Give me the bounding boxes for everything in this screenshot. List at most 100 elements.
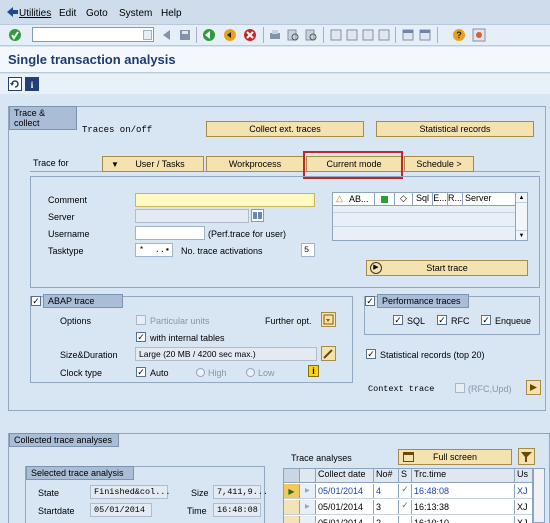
startdate-field[interactable]: 05/01/2014 — [90, 503, 152, 517]
particular-units-checkbox[interactable] — [136, 315, 146, 325]
find-icon[interactable] — [287, 29, 299, 43]
select-all-cell[interactable] — [284, 469, 300, 482]
grid-header-diamond[interactable]: ◇ — [395, 193, 413, 205]
user-cell[interactable]: XJ — [515, 516, 532, 523]
collect-ext-traces-button[interactable]: Collect ext. traces — [206, 121, 364, 137]
command-field[interactable] — [32, 27, 154, 42]
collect-date-cell[interactable]: 05/01/2014 — [316, 484, 374, 498]
status-cell[interactable] — [399, 516, 412, 523]
print-icon[interactable] — [269, 29, 281, 43]
size-field[interactable]: 7,411,9... — [213, 485, 268, 499]
grid-header-ab[interactable]: △ AB... — [333, 193, 375, 205]
user-cell[interactable]: XJ — [515, 500, 532, 514]
row-selector[interactable] — [284, 516, 300, 523]
statistical-records-checkbox[interactable]: ✓ — [366, 349, 376, 359]
scroll-up-icon[interactable]: ▲ — [516, 193, 527, 203]
row-selector[interactable]: ▶ — [284, 484, 300, 498]
size-duration-field[interactable]: Large (20 MB / 4200 sec max.) — [135, 347, 317, 361]
comment-field[interactable] — [135, 193, 315, 207]
command-dropdown-icon[interactable] — [143, 30, 152, 40]
next-page-icon[interactable] — [362, 29, 374, 43]
grid-scrollbar[interactable]: ▲ ▼ — [515, 193, 527, 240]
info-icon[interactable]: i — [25, 77, 39, 91]
table-scrollbar[interactable] — [533, 468, 545, 523]
table-row[interactable]: ▶ ▶ 05/01/2014 4 ✓ 16:48:08 XJ — [284, 484, 532, 499]
row-selector[interactable] — [284, 500, 300, 514]
back-icon[interactable] — [202, 28, 216, 44]
history-back-icon[interactable] — [162, 29, 174, 43]
server-field[interactable] — [135, 209, 249, 223]
abap-trace-checkbox[interactable]: ✓ — [31, 296, 41, 306]
size-duration-edit-icon[interactable] — [321, 346, 336, 361]
state-field[interactable]: Finished&col... — [90, 485, 171, 499]
internal-tables-checkbox[interactable]: ✓ — [136, 332, 146, 342]
tab-schedule[interactable]: Schedule > — [404, 156, 474, 172]
low-radio[interactable] — [246, 368, 255, 377]
grid-header-server[interactable]: Server — [463, 193, 515, 205]
grid-header-status[interactable] — [375, 193, 395, 205]
previous-page-icon[interactable] — [346, 29, 358, 43]
filter-icon[interactable] — [518, 448, 535, 465]
collect-date-cell[interactable]: 05/01/2014 — [316, 500, 374, 514]
start-trace-button[interactable]: ▶ Start trace — [366, 260, 528, 276]
auto-checkbox[interactable]: ✓ — [136, 367, 146, 377]
enqueue-checkbox[interactable]: ✓ — [481, 315, 491, 325]
menu-back-icon[interactable] — [5, 5, 19, 19]
menu-help[interactable]: Help — [161, 8, 182, 19]
tab-workprocess[interactable]: Workprocess — [206, 156, 304, 172]
table-header-s[interactable]: S — [399, 469, 412, 482]
shortcut-icon[interactable] — [419, 29, 431, 43]
context-trace-icon[interactable] — [526, 380, 541, 395]
status-cell[interactable]: ✓ — [399, 500, 412, 514]
find-next-icon[interactable] — [305, 29, 317, 43]
further-options-icon[interactable] — [321, 312, 336, 327]
tab-user-tasks[interactable]: ▼ User / Tasks — [102, 156, 204, 172]
save-icon[interactable] — [179, 29, 191, 43]
table-header-no[interactable]: No# — [374, 469, 399, 482]
customize-layout-icon[interactable] — [472, 28, 486, 44]
performance-traces-checkbox[interactable]: ✓ — [365, 296, 375, 306]
time-field[interactable]: 16:48:08 — [213, 503, 261, 517]
trc-time-cell[interactable]: 16:48:08 — [412, 484, 515, 498]
clock-info-icon[interactable]: i — [308, 365, 319, 377]
exit-icon[interactable] — [223, 28, 237, 44]
scroll-down-icon[interactable]: ▼ — [516, 230, 527, 240]
table-row[interactable]: ▶ 05/01/2014 3 ✓ 16:13:38 XJ — [284, 500, 532, 515]
grid-header-r[interactable]: R... — [448, 193, 463, 205]
server-help-icon[interactable] — [251, 209, 264, 222]
table-header-trc-time[interactable]: Trc.time — [412, 469, 515, 482]
first-page-icon[interactable] — [330, 29, 342, 43]
grid-header-sql[interactable]: Sql — [413, 193, 433, 205]
help-icon[interactable]: ? — [452, 28, 466, 44]
no-cell[interactable]: 3 — [374, 500, 399, 514]
context-trace-checkbox[interactable] — [455, 383, 465, 393]
username-field[interactable] — [135, 226, 205, 240]
status-cell[interactable]: ✓ — [399, 484, 412, 498]
high-radio[interactable] — [196, 368, 205, 377]
rfc-checkbox[interactable]: ✓ — [437, 315, 447, 325]
trc-time-cell[interactable]: 16:10:10 — [412, 516, 515, 523]
sql-checkbox[interactable]: ✓ — [393, 315, 403, 325]
no-cell[interactable]: 2 — [374, 516, 399, 523]
user-cell[interactable]: XJ — [515, 484, 532, 498]
grid-header-e[interactable]: E... — [433, 193, 448, 205]
enter-icon[interactable] — [8, 28, 22, 42]
tasktype-field[interactable]: * ..▪ — [135, 243, 173, 257]
last-page-icon[interactable] — [378, 29, 390, 43]
new-session-icon[interactable] — [402, 29, 414, 43]
menu-goto[interactable]: Goto — [86, 8, 108, 19]
refresh-icon[interactable] — [8, 77, 22, 91]
full-screen-button[interactable]: Full screen — [398, 449, 512, 465]
statistical-records-button[interactable]: Statistical records — [376, 121, 534, 137]
collect-date-cell[interactable]: 05/01/2014 — [316, 516, 374, 523]
table-header-user[interactable]: Us — [515, 469, 532, 482]
menu-edit[interactable]: Edit — [59, 8, 76, 19]
no-trace-activations-field[interactable]: 5 — [301, 243, 315, 257]
table-row[interactable]: 05/01/2014 2 16:10:10 XJ — [284, 516, 532, 523]
menu-utilities[interactable]: Utilities — [19, 8, 51, 19]
trc-time-cell[interactable]: 16:13:38 — [412, 500, 515, 514]
no-cell[interactable]: 4 — [374, 484, 399, 498]
cancel-icon[interactable] — [243, 28, 257, 44]
table-header-collect-date[interactable]: Collect date — [316, 469, 374, 482]
menu-system[interactable]: System — [119, 8, 152, 19]
